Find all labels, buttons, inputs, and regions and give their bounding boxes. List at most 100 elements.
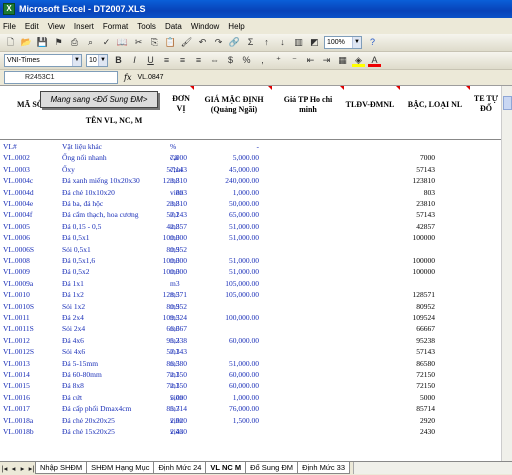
help-icon[interactable]: ? bbox=[366, 36, 379, 49]
table-cell[interactable]: 45,000.00 bbox=[229, 164, 259, 175]
menu-help[interactable]: Help bbox=[228, 22, 244, 31]
drawing-icon[interactable]: ◩ bbox=[308, 36, 321, 49]
menu-file[interactable]: File bbox=[3, 22, 16, 31]
table-row[interactable]: VL# Vật liệu khác% - bbox=[0, 141, 512, 152]
table-row[interactable]: VL.0004c Đá xanh miếng 10x20x30 m3 123,810 2… bbox=[0, 175, 512, 186]
table-row[interactable]: VL.0018a Đá chẻ 20x20x25 viên 2,920 1,500.00… bbox=[0, 415, 512, 426]
table-cell[interactable]: 23810 bbox=[416, 198, 435, 209]
table-row[interactable]: VL.0013 Đá 5-15mm m3 86,580 51,000.00 86580 bbox=[0, 358, 512, 369]
table-row[interactable]: VL.0004f Đá cẩm thạch, hoa cương m2 57,143 6… bbox=[0, 209, 512, 220]
table-cell[interactable]: 72150 bbox=[416, 380, 435, 391]
table-cell[interactable]: 100000 bbox=[413, 255, 436, 266]
table-cell[interactable]: 109,524 bbox=[163, 312, 187, 323]
table-row[interactable]: VL.0012 Đá 4x6 m3 95,238 60,000.00 95238 bbox=[0, 335, 512, 346]
table-cell[interactable]: 51,000.00 bbox=[229, 221, 259, 232]
borders-icon[interactable]: ▦ bbox=[336, 54, 349, 67]
sort-descending-icon[interactable]: ↓ bbox=[276, 36, 289, 49]
table-cell[interactable]: VL.0011 bbox=[3, 312, 30, 323]
align-right-icon[interactable]: ≡ bbox=[192, 54, 205, 67]
table-row[interactable]: VL.0011S Sỏi 2x4 m3 66,667 66667 bbox=[0, 323, 512, 334]
table-cell[interactable]: VL.0005 bbox=[3, 221, 30, 232]
table-row[interactable]: VL.0010S Sỏi 1x2 m3 80,952 80952 bbox=[0, 301, 512, 312]
table-cell[interactable]: 42,857 bbox=[166, 221, 187, 232]
table-cell[interactable]: Đá cẩm thạch, hoa cương bbox=[62, 209, 139, 220]
scroll-thumb[interactable] bbox=[503, 96, 512, 110]
table-row[interactable]: VL.0006 Đá 0,5x1 m3 100,000 51,000.00 100000 bbox=[0, 232, 512, 243]
table-cell[interactable]: 51,000.00 bbox=[229, 255, 259, 266]
table-cell[interactable]: VL.0016 bbox=[3, 392, 30, 403]
table-cell[interactable]: Đá chẻ 10x10x20 bbox=[62, 187, 115, 198]
table-cell[interactable]: Đá 8x8 bbox=[62, 380, 84, 391]
table-cell[interactable]: 100,000 bbox=[163, 266, 187, 277]
table-cell[interactable]: Vật liệu khác bbox=[62, 141, 102, 152]
table-cell[interactable]: 2,920 bbox=[170, 415, 187, 426]
table-cell[interactable]: 123810 bbox=[413, 175, 436, 186]
vertical-scrollbar[interactable] bbox=[501, 86, 512, 461]
table-cell[interactable]: Đá chẻ 15x20x25 bbox=[62, 426, 115, 437]
table-cell[interactable]: 66667 bbox=[416, 323, 435, 334]
table-cell[interactable]: 60,000.00 bbox=[229, 335, 259, 346]
table-cell[interactable]: 57143 bbox=[416, 209, 435, 220]
menu-insert[interactable]: Insert bbox=[74, 22, 94, 31]
table-row[interactable]: VL.0014 Đá 60-80mm m3 72,150 60,000.00 72150 bbox=[0, 369, 512, 380]
table-cell[interactable]: - bbox=[257, 141, 260, 152]
horizontal-scrollbar[interactable] bbox=[353, 462, 512, 474]
hyperlink-icon[interactable]: 🔗 bbox=[228, 36, 241, 49]
tab-bo-sung-dm[interactable]: Đổ Sung ĐM bbox=[245, 462, 299, 474]
table-cell[interactable]: VL.0004d bbox=[3, 187, 34, 198]
first-sheet-icon[interactable]: |◂ bbox=[0, 462, 9, 475]
save-icon[interactable]: 💾 bbox=[36, 36, 49, 49]
table-row[interactable]: VL.0016 Đá cứt viên 5,000 1,000.00 5000 bbox=[0, 392, 512, 403]
table-cell[interactable]: 60,000.00 bbox=[229, 369, 259, 380]
table-cell[interactable]: 5,000 bbox=[170, 392, 187, 403]
table-cell[interactable]: 95,238 bbox=[166, 335, 187, 346]
tab-dinh-muc-33[interactable]: Định Mức 33 bbox=[297, 462, 351, 474]
table-cell[interactable]: 86580 bbox=[416, 358, 435, 369]
merge-center-icon[interactable]: ⇔ bbox=[208, 54, 221, 67]
table-cell[interactable]: Đá cấp phối Dmax4cm bbox=[62, 403, 131, 414]
table-cell[interactable]: 51,000.00 bbox=[229, 266, 259, 277]
table-row[interactable]: VL.0009a Đá 1x1 m3 105,000.00 bbox=[0, 278, 512, 289]
table-cell[interactable]: VL.0002 bbox=[3, 152, 30, 163]
table-row[interactable]: VL.0004d Đá chẻ 10x10x20 viên 803 1,000.00 80… bbox=[0, 187, 512, 198]
table-cell[interactable]: 109524 bbox=[413, 312, 436, 323]
table-cell[interactable]: 51,000.00 bbox=[229, 232, 259, 243]
font-size-select[interactable]: 10 ▼ bbox=[86, 54, 108, 67]
permission-icon[interactable]: ⚑ bbox=[52, 36, 65, 49]
table-cell[interactable]: VL.0012 bbox=[3, 335, 30, 346]
font-color-icon[interactable]: A bbox=[368, 54, 381, 67]
table-cell[interactable]: 105,000.00 bbox=[225, 289, 259, 300]
table-cell[interactable]: 2,430 bbox=[170, 426, 187, 437]
tab-nhap-shdm[interactable]: Nhập SHĐM bbox=[35, 462, 88, 474]
autosum-icon[interactable]: Σ bbox=[244, 36, 257, 49]
align-center-icon[interactable]: ≡ bbox=[176, 54, 189, 67]
table-cell[interactable]: Đá ba, đá hộc bbox=[62, 198, 103, 209]
table-cell[interactable]: 85714 bbox=[416, 403, 435, 414]
table-cell[interactable]: Đá 0,15 - 0,5 bbox=[62, 221, 101, 232]
tab-vl-nc-m[interactable]: VL NC M bbox=[205, 462, 247, 474]
table-row[interactable]: VL.0006S Sỏi 0,5x1 m3 80,952 bbox=[0, 244, 512, 255]
table-cell[interactable]: 60,000.00 bbox=[229, 380, 259, 391]
table-row[interactable]: VL.0002 Ống nối nhanh cái 7,000 5,000.00 7000 bbox=[0, 152, 512, 163]
table-cell[interactable]: Đá 60-80mm bbox=[62, 369, 102, 380]
table-cell[interactable]: 5,000.00 bbox=[233, 152, 259, 163]
copy-icon[interactable]: ⎘ bbox=[148, 36, 161, 49]
table-cell[interactable]: 76,000.00 bbox=[229, 403, 259, 414]
table-cell[interactable]: 128571 bbox=[413, 289, 436, 300]
table-cell[interactable]: Sỏi 0,5x1 bbox=[62, 244, 91, 255]
increase-decimal-icon[interactable]: ⁺ bbox=[272, 54, 285, 67]
table-cell[interactable]: 123,810 bbox=[163, 175, 187, 186]
currency-icon[interactable]: $ bbox=[224, 54, 237, 67]
fx-icon[interactable]: fx bbox=[124, 73, 131, 82]
table-cell[interactable]: 57143 bbox=[416, 346, 435, 357]
paste-icon[interactable]: 📋 bbox=[164, 36, 177, 49]
table-cell[interactable]: VL.0011S bbox=[3, 323, 34, 334]
undo-icon[interactable]: ↶ bbox=[196, 36, 209, 49]
tab-dinh-muc-24[interactable]: Định Mức 24 bbox=[153, 462, 207, 474]
menu-tools[interactable]: Tools bbox=[137, 22, 156, 31]
next-sheet-icon[interactable]: ▸ bbox=[18, 462, 27, 475]
table-cell[interactable]: 65,000.00 bbox=[229, 209, 259, 220]
table-cell[interactable]: VL.0006 bbox=[3, 232, 30, 243]
table-cell[interactable]: 240,000.00 bbox=[225, 175, 259, 186]
table-cell[interactable]: 66,667 bbox=[166, 323, 187, 334]
